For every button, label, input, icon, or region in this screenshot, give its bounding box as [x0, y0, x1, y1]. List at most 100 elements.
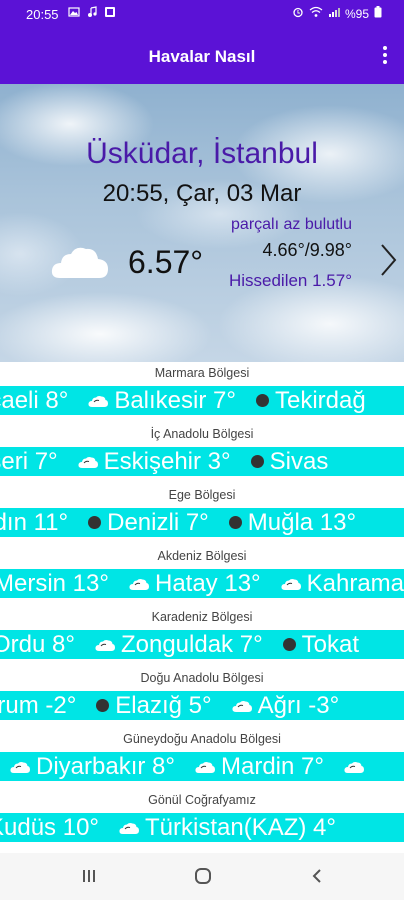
wifi-icon: [309, 6, 323, 21]
city-weather-item[interactable]: Kahramanmaraş: [281, 570, 404, 598]
region-label: Gönül Coğrafyamız: [148, 793, 256, 807]
city-weather-item[interactable]: Hatay 13°: [129, 570, 261, 598]
region-ticker[interactable]: Ordu 8° Zonguldak 7° Tokat: [0, 630, 404, 659]
city-weather-item[interactable]: Tokat: [282, 630, 360, 659]
city-temperature-label: Balıkesir 7°: [114, 386, 236, 414]
music-icon: [86, 6, 98, 21]
city-weather-item[interactable]: Diyarbakır 8°: [10, 753, 175, 781]
cloud-icon: [88, 387, 109, 415]
night-icon: [282, 638, 296, 651]
more-vert-icon[interactable]: [380, 44, 390, 70]
cloud-icon: [95, 631, 115, 659]
home-icon[interactable]: [194, 867, 212, 885]
current-temperature: 6.57°: [128, 244, 204, 280]
cloud-icon: [195, 753, 215, 781]
city-temperature-label: Tokat: [301, 630, 360, 658]
min-max-temperature: 4.66°/9.98°: [262, 240, 352, 260]
city-weather-item[interactable]: Muğla 13°: [228, 508, 357, 537]
city-weather-item[interactable]: Zonguldak 7°: [95, 631, 263, 659]
region-ticker[interactable]: Mersin 13° Hatay 13° Kahramanmaraş: [0, 569, 404, 598]
status-time: 20:55: [26, 7, 59, 22]
cloud-icon: [119, 814, 140, 842]
recents-icon[interactable]: [80, 867, 98, 885]
city-temperature-label: Diyarbakır 8°: [36, 752, 175, 780]
city-weather-item[interactable]: Kayseri 7°: [0, 448, 58, 476]
city-weather-item[interactable]: Ağrı -3°: [232, 691, 340, 720]
city-temperature-label: Kayseri 7°: [0, 447, 58, 475]
city-name: Üsküdar, İstanbul: [86, 137, 318, 170]
cloud-icon: [10, 753, 30, 781]
city-weather-item[interactable]: Sivas: [250, 447, 329, 476]
city-weather-item[interactable]: Kocaeli 8°: [0, 387, 68, 415]
night-icon: [228, 516, 242, 529]
city-weather-item[interactable]: Elazığ 5°: [96, 692, 212, 720]
next-location-arrow[interactable]: [378, 242, 398, 278]
cloud-icon: [281, 570, 301, 598]
city-temperature-label: Eskişehir 3°: [103, 447, 231, 475]
city-temperature-label: Türkistan(KAZ) 4°: [145, 813, 336, 841]
battery-percent: %95: [344, 6, 369, 21]
status-left-icons: [68, 6, 116, 21]
city-temperature-label: Aydın 11°: [0, 508, 69, 536]
app-title: Havalar Nasıl: [148, 47, 256, 66]
night-icon: [250, 455, 264, 468]
city-weather-item[interactable]: Eskişehir 3°: [78, 448, 231, 476]
city-temperature-label: Denizli 7°: [107, 508, 209, 536]
signal-icon: [328, 6, 340, 21]
region-ticker[interactable]: Kocaeli 8° Balıkesir 7° Tekirdağ: [0, 386, 404, 415]
city-weather-item[interactable]: Erzurum -2°: [0, 692, 76, 720]
cloud-icon: [344, 753, 364, 781]
region-spacer: [0, 537, 404, 545]
feels-like: Hissedilen 1.57°: [228, 271, 352, 290]
city-weather-item[interactable]: Mersin 13°: [0, 570, 109, 598]
city-weather-item[interactable]: Balıkesir 7°: [88, 387, 236, 415]
region-ticker[interactable]: Kudüs 10° Türkistan(KAZ) 4°: [0, 813, 404, 842]
status-right-icons: %95: [292, 6, 382, 21]
city-temperature-label: Mardin 7°: [220, 752, 324, 780]
region-ticker[interactable]: Aydın 11° Denizli 7° Muğla 13°: [0, 508, 404, 537]
city-weather-item[interactable]: Aydın 11°: [0, 509, 68, 537]
city-temperature-label: Zonguldak 7°: [120, 630, 263, 658]
region-ticker[interactable]: Erzurum -2° Elazığ 5° Ağrı -3°: [0, 691, 404, 720]
alarm-icon: [292, 6, 304, 21]
city-temperature-label: Muğla 13°: [247, 508, 357, 536]
current-weather-card[interactable]: Üsküdar, İstanbul 20:55, Çar, 03 Mar par…: [0, 84, 404, 362]
region-spacer: [0, 659, 404, 667]
city-weather-item[interactable]: Ordu 8°: [0, 631, 75, 659]
city-temperature-label: Erzurum -2°: [0, 691, 77, 719]
city-weather-item[interactable]: [344, 753, 370, 781]
night-icon: [96, 699, 110, 712]
navigation-bar: [0, 853, 404, 900]
region-label: Akdeniz Bölgesi: [157, 549, 247, 563]
city-weather-item[interactable]: Tekirdağ: [255, 387, 366, 415]
region-label: İç Anadolu Bölgesi: [150, 427, 254, 441]
region-label: Ege Bölgesi: [168, 488, 236, 502]
region-spacer: [0, 415, 404, 423]
battery-icon: [374, 6, 382, 21]
city-weather-item[interactable]: Kudüs 10°: [0, 814, 99, 842]
city-weather-item[interactable]: Türkistan(KAZ) 4°: [119, 814, 336, 842]
region-list: Marmara Bölgesi Kocaeli 8° Balıkesir 7° Tek…: [0, 362, 404, 842]
region-ticker[interactable]: Kayseri 7° Eskişehir 3° Sivas: [0, 447, 404, 476]
city-temperature-label: Sivas: [269, 447, 329, 475]
weather-description: parçalı az bulutlu: [231, 216, 352, 233]
back-icon[interactable]: [308, 867, 326, 885]
region-ticker[interactable]: Diyarbakır 8° Mardin 7°: [0, 752, 404, 781]
night-icon: [88, 516, 102, 529]
city-temperature-label: Kudüs 10°: [0, 813, 100, 841]
cloud-icon: [129, 570, 149, 598]
status-bar: 20:55 %95: [0, 0, 404, 30]
region-spacer: [0, 598, 404, 606]
city-temperature-label: Kahramanmaraş: [306, 569, 404, 597]
region-label: Doğu Anadolu Bölgesi: [140, 671, 264, 685]
app-bar: Havalar Nasıl: [0, 30, 404, 84]
region-label: Güneydoğu Anadolu Bölgesi: [123, 732, 281, 746]
region-spacer: [0, 720, 404, 728]
city-weather-item[interactable]: Denizli 7°: [88, 509, 209, 537]
night-icon: [255, 394, 269, 407]
city-weather-item[interactable]: Mardin 7°: [195, 753, 324, 781]
notification-icon: [104, 6, 116, 21]
city-temperature-label: Ağrı -3°: [257, 691, 340, 719]
gallery-icon: [68, 6, 80, 21]
region-spacer: [0, 781, 404, 789]
